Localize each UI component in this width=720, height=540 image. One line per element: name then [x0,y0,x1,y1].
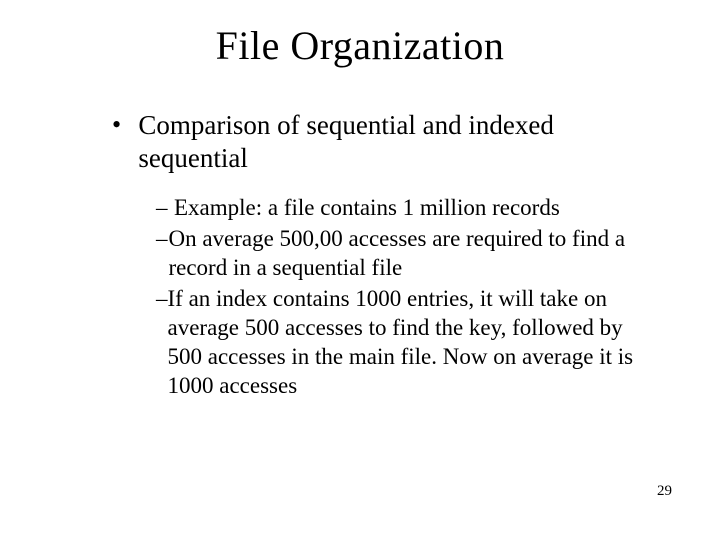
dash-bullet-icon: – [156,193,174,222]
sub-bullet-text: If an index contains 1000 entries, it wi… [168,284,651,400]
bullet-level1: • Comparison of sequential and indexed s… [112,109,640,175]
bullet-text: Comparison of sequential and indexed seq… [138,109,640,175]
content-area: • Comparison of sequential and indexed s… [0,109,720,400]
list-item: – If an index contains 1000 entries, it … [156,284,650,400]
sub-bullet-text: Example: a file contains 1 million recor… [174,193,560,222]
page-number: 29 [657,483,672,500]
slide: File Organization • Comparison of sequen… [0,0,720,540]
slide-title: File Organization [0,22,720,69]
dot-bullet-icon: • [112,109,138,141]
list-item: – Example: a file contains 1 million rec… [156,193,650,222]
list-item: – On average 500,00 accesses are require… [156,224,650,282]
dash-bullet-icon: – [156,284,168,313]
sub-bullet-list: – Example: a file contains 1 million rec… [156,193,650,400]
sub-bullet-text: On average 500,00 accesses are required … [168,224,650,282]
dash-bullet-icon: – [156,224,168,253]
